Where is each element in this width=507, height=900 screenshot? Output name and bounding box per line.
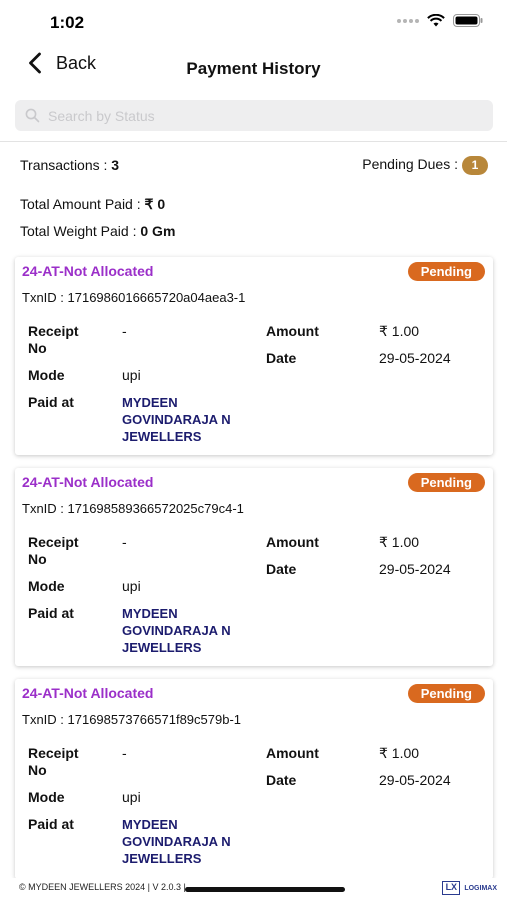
battery-icon bbox=[453, 14, 483, 27]
total-amount-value: ₹ 0 bbox=[144, 196, 166, 212]
paid-at-label: Paid at bbox=[28, 816, 74, 832]
mode-value: upi bbox=[122, 367, 141, 383]
pending-dues: Pending Dues :1 bbox=[362, 156, 488, 175]
transaction-card[interactable]: 24-AT-Not Allocated Pending TxnID : 1716… bbox=[15, 257, 493, 455]
paid-at-label: Paid at bbox=[28, 605, 74, 621]
search-bar[interactable] bbox=[15, 100, 493, 131]
date-value: 29-05-2024 bbox=[379, 561, 451, 577]
total-weight-label: Total Weight Paid : bbox=[20, 223, 141, 239]
status-badge: Pending bbox=[407, 684, 485, 703]
receipt-no-label: Receipt No bbox=[28, 323, 79, 356]
wifi-icon bbox=[427, 14, 445, 27]
receipt-no-value: - bbox=[122, 323, 127, 339]
total-weight-value: 0 Gm bbox=[140, 223, 176, 239]
mode-value: upi bbox=[122, 578, 141, 594]
logimax-logo-text: LOGIMAX bbox=[464, 884, 497, 892]
amount-value: ₹ 1.00 bbox=[379, 745, 420, 761]
total-weight-summary: Total Weight Paid : 0 Gm bbox=[20, 223, 175, 239]
paid-at-value: MYDEEN GOVINDARAJA N JEWELLERS bbox=[122, 395, 231, 444]
pending-dues-badge: 1 bbox=[462, 156, 488, 175]
receipt-no-label: Receipt No bbox=[28, 745, 79, 778]
amount-label: Amount bbox=[266, 323, 319, 339]
footer: © MYDEEN JEWELLERS 2024 | V 2.0.3 | LX L… bbox=[0, 878, 507, 900]
total-amount-summary: Total Amount Paid : ₹ 0 bbox=[20, 196, 165, 213]
transactions-label: Transactions : bbox=[20, 157, 112, 173]
date-label: Date bbox=[266, 350, 297, 366]
logimax-logo: LX LOGIMAX bbox=[442, 881, 497, 895]
scheme-name: 24-AT-Not Allocated bbox=[22, 263, 154, 279]
date-value: 29-05-2024 bbox=[379, 772, 451, 788]
pending-dues-label: Pending Dues : bbox=[362, 156, 458, 173]
transactions-summary: Transactions : 3 bbox=[20, 157, 119, 173]
home-indicator[interactable] bbox=[185, 887, 345, 892]
amount-label: Amount bbox=[266, 745, 319, 761]
status-icons bbox=[397, 14, 483, 27]
paid-at-value: MYDEEN GOVINDARAJA N JEWELLERS bbox=[122, 606, 231, 655]
mode-label: Mode bbox=[28, 578, 65, 594]
paid-at-value: MYDEEN GOVINDARAJA N JEWELLERS bbox=[122, 817, 231, 866]
search-input[interactable] bbox=[48, 107, 468, 124]
txn-id: TxnID : 171698573766571f89c579b-1 bbox=[22, 712, 242, 727]
nav-header: Payment History Back bbox=[0, 44, 507, 92]
copyright-text: © MYDEEN JEWELLERS 2024 | V 2.0.3 | bbox=[19, 882, 186, 892]
signal-icon bbox=[397, 18, 419, 23]
status-time: 1:02 bbox=[50, 13, 85, 32]
receipt-no-label: Receipt No bbox=[28, 534, 79, 567]
date-value: 29-05-2024 bbox=[379, 350, 451, 366]
mode-label: Mode bbox=[28, 367, 65, 383]
scheme-name: 24-AT-Not Allocated bbox=[22, 685, 154, 701]
status-badge: Pending bbox=[407, 473, 485, 492]
scheme-name: 24-AT-Not Allocated bbox=[22, 474, 154, 490]
back-button[interactable]: Back bbox=[28, 52, 96, 74]
date-label: Date bbox=[266, 561, 297, 577]
status-badge: Pending bbox=[407, 262, 485, 281]
search-icon bbox=[25, 108, 40, 123]
back-label: Back bbox=[56, 52, 97, 73]
logimax-logo-mark: LX bbox=[442, 881, 461, 895]
amount-label: Amount bbox=[266, 534, 319, 550]
total-amount-label: Total Amount Paid : bbox=[20, 196, 145, 212]
transactions-count: 3 bbox=[111, 157, 120, 173]
amount-value: ₹ 1.00 bbox=[379, 534, 420, 550]
date-label: Date bbox=[266, 772, 297, 788]
transaction-card[interactable]: 24-AT-Not Allocated Pending TxnID : 1716… bbox=[15, 679, 493, 879]
amount-value: ₹ 1.00 bbox=[379, 323, 420, 339]
chevron-left-icon bbox=[29, 52, 41, 74]
txn-id: TxnID : 171698589366572025c79c4-1 bbox=[22, 501, 244, 516]
receipt-no-value: - bbox=[122, 534, 127, 550]
transaction-card[interactable]: 24-AT-Not Allocated Pending TxnID : 1716… bbox=[15, 468, 493, 666]
status-bar: 1:02 bbox=[0, 0, 507, 44]
mode-label: Mode bbox=[28, 789, 65, 805]
paid-at-label: Paid at bbox=[28, 394, 74, 410]
mode-value: upi bbox=[122, 789, 141, 805]
divider bbox=[0, 141, 507, 142]
receipt-no-value: - bbox=[122, 745, 127, 761]
txn-id: TxnID : 1716986016665720a04aea3-1 bbox=[22, 290, 246, 305]
